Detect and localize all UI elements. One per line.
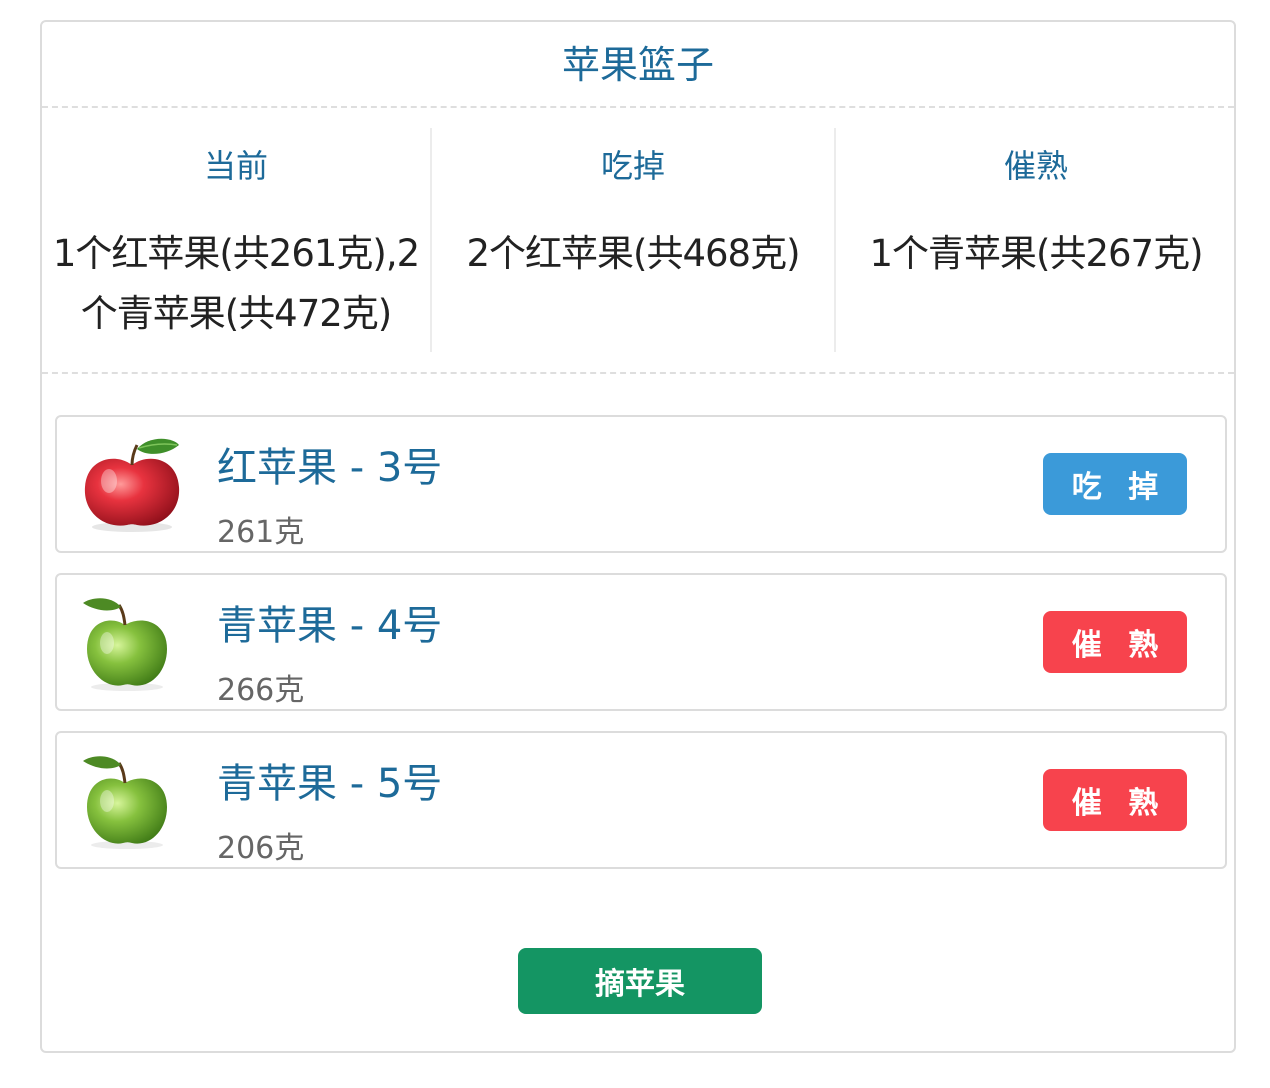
- stat-current-value: 1个红苹果(共261克),2个青苹果(共472克): [52, 232, 420, 335]
- stat-eaten: 吃掉 2个红苹果(共468克): [432, 128, 836, 352]
- apple-item: 青苹果 - 5号 206克 催 熟: [55, 731, 1227, 869]
- apple-weight: 206克: [217, 831, 305, 866]
- apple-item: 红苹果 - 3号 261克 吃 掉: [55, 415, 1227, 553]
- green-apple-icon: [83, 756, 167, 849]
- basket-title: 苹果篮子: [42, 22, 1234, 108]
- green-apple-icon: [83, 598, 167, 691]
- apple-item: 青苹果 - 4号 266克 催 熟: [55, 573, 1227, 711]
- stat-current: 当前 1个红苹果(共261克),2个青苹果(共472克): [42, 128, 432, 352]
- ripen-button[interactable]: 催 熟: [1043, 611, 1187, 673]
- stats-panel: 当前 1个红苹果(共261克),2个青苹果(共472克) 吃掉 2个红苹果(共4…: [42, 108, 1234, 374]
- eat-button[interactable]: 吃 掉: [1043, 453, 1187, 515]
- stat-ripen: 催熟 1个青苹果(共267克): [836, 128, 1236, 352]
- stat-eaten-label: 吃掉: [600, 147, 665, 185]
- apple-weight: 261克: [217, 515, 305, 550]
- stat-ripen-label: 催熟: [1003, 147, 1068, 185]
- red-apple-icon: [84, 438, 180, 532]
- apple-weight: 266克: [217, 673, 305, 708]
- apple-basket: 苹果篮子 当前 1个红苹果(共261克),2个青苹果(共472克) 吃掉 2个红…: [40, 20, 1236, 1053]
- stat-eaten-value: 2个红苹果(共468克): [466, 232, 800, 275]
- apple-name: 青苹果 - 4号: [217, 603, 443, 649]
- stat-current-label: 当前: [203, 147, 268, 185]
- pick-apple-button[interactable]: 摘苹果: [518, 948, 762, 1014]
- ripen-button[interactable]: 催 熟: [1043, 769, 1187, 831]
- apple-name: 红苹果 - 3号: [217, 445, 443, 491]
- stat-ripen-value: 1个青苹果(共267克): [869, 232, 1203, 275]
- apple-name: 青苹果 - 5号: [217, 761, 443, 807]
